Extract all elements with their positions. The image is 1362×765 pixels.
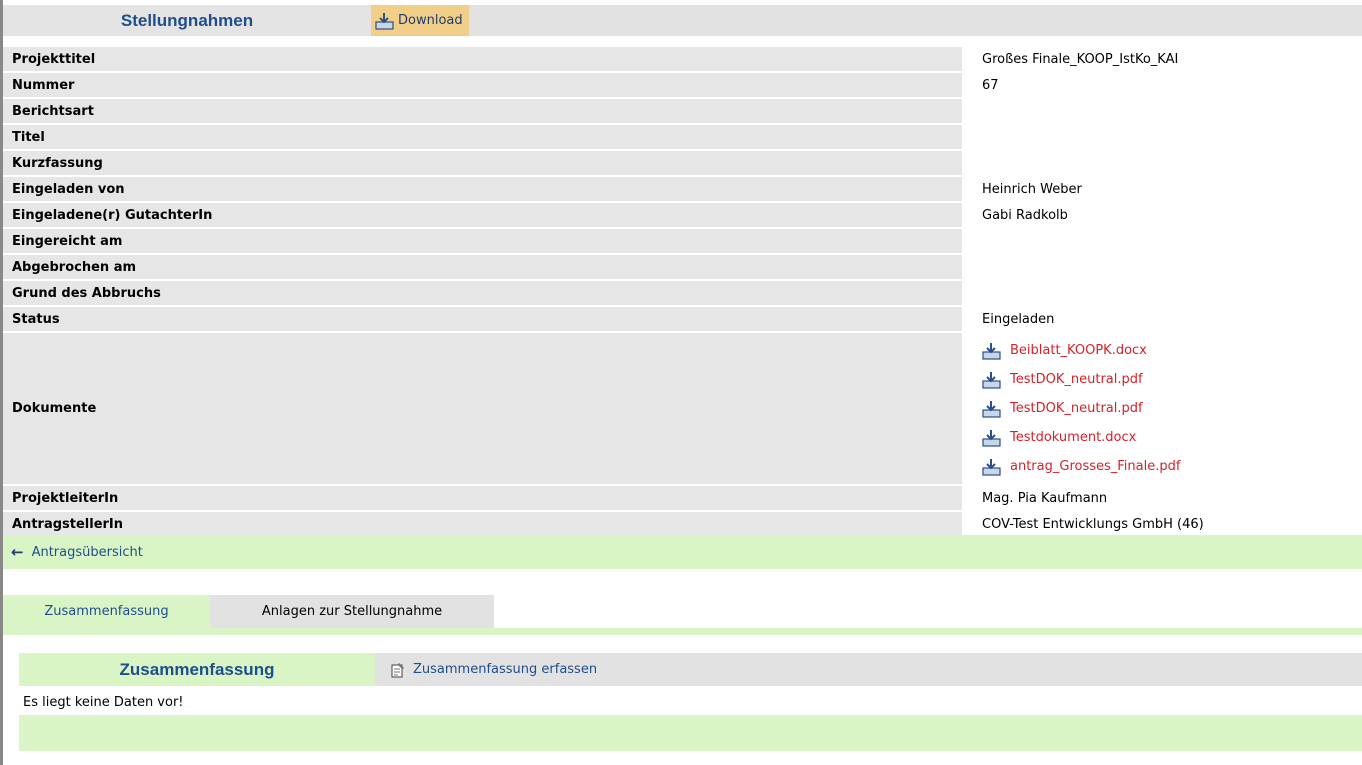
detail-label: Projekttitel <box>3 47 962 71</box>
download-label: Download <box>398 13 463 28</box>
detail-value <box>962 151 1362 175</box>
detail-label: Titel <box>3 125 962 149</box>
detail-value: Heinrich Weber <box>982 181 1082 197</box>
document-link[interactable]: Beiblatt_KOOPK.docx <box>1010 343 1147 358</box>
detail-row: Status Eingeladen <box>3 307 1362 333</box>
section-header: Stellungnahmen Download <box>3 5 1362 36</box>
detail-row: Berichtsart <box>3 99 1362 125</box>
download-icon <box>982 342 1001 360</box>
detail-value <box>962 125 1362 149</box>
tab-underline <box>3 628 1362 635</box>
download-icon <box>982 458 1001 476</box>
tab-anlagen[interactable]: Anlagen zur Stellungnahme <box>210 595 494 628</box>
summary-header: Zusammenfassung Zusammenfassung erfassen <box>19 653 1362 686</box>
documents-row: Dokumente Beiblatt_KOOPK.docx TestDOK_ne… <box>3 333 1362 486</box>
detail-value: Eingeladen <box>982 311 1055 327</box>
detail-label: Berichtsart <box>3 99 962 123</box>
detail-label: AntragstellerIn <box>3 512 962 536</box>
detail-value: Großes Finale_KOOP_IstKo_KAI <box>982 51 1179 67</box>
detail-row: Nummer 67 <box>3 73 1362 99</box>
document-item: TestDOK_neutral.pdf <box>982 394 1180 423</box>
footer-bar <box>19 715 1362 751</box>
download-button[interactable]: Download <box>371 5 469 36</box>
download-icon <box>982 400 1001 418</box>
detail-label: ProjektleiterIn <box>3 486 962 510</box>
detail-row: Kurzfassung <box>3 151 1362 177</box>
detail-label: Nummer <box>3 73 962 97</box>
back-bar: ← Antragsübersicht <box>3 535 1362 569</box>
tab-bar: Zusammenfassung Anlagen zur Stellungnahm… <box>3 595 494 628</box>
back-link[interactable]: ← Antragsübersicht <box>11 543 143 561</box>
document-link[interactable]: TestDOK_neutral.pdf <box>1010 401 1143 416</box>
document-link[interactable]: Testdokument.docx <box>1010 430 1136 445</box>
download-icon <box>982 429 1001 447</box>
detail-row: Eingeladen von Heinrich Weber <box>3 177 1362 203</box>
capture-summary-link[interactable]: Zusammenfassung erfassen <box>390 662 597 678</box>
edit-note-icon <box>391 662 404 677</box>
detail-row: ProjektleiterIn Mag. Pia Kaufmann <box>3 486 1362 512</box>
detail-label: Kurzfassung <box>3 151 962 175</box>
document-item: TestDOK_neutral.pdf <box>982 365 1180 394</box>
detail-label: Eingereicht am <box>3 229 962 253</box>
summary-title: Zusammenfassung <box>19 653 375 686</box>
detail-value <box>962 99 1362 123</box>
detail-value: Mag. Pia Kaufmann <box>982 490 1108 506</box>
document-item: Beiblatt_KOOPK.docx <box>982 336 1180 365</box>
detail-row: Eingeladene(r) GutachterIn Gabi Radkolb <box>3 203 1362 229</box>
document-item: antrag_Grosses_Finale.pdf <box>982 452 1180 481</box>
detail-row: Titel <box>3 125 1362 151</box>
capture-summary-label: Zusammenfassung erfassen <box>413 662 598 677</box>
detail-label: Dokumente <box>3 333 962 484</box>
details-table: Projekttitel Großes Finale_KOOP_IstKo_KA… <box>3 47 1362 538</box>
detail-value <box>962 281 1362 305</box>
detail-label: Abgebrochen am <box>3 255 962 279</box>
document-item: Testdokument.docx <box>982 423 1180 452</box>
arrow-left-icon: ← <box>11 543 24 561</box>
detail-label: Status <box>3 307 962 331</box>
detail-row: Eingereicht am <box>3 229 1362 255</box>
detail-row: Abgebrochen am <box>3 255 1362 281</box>
detail-value: COV-Test Entwicklungs GmbH (46) <box>982 516 1204 532</box>
download-icon <box>982 371 1001 389</box>
documents-value: Beiblatt_KOOPK.docx TestDOK_neutral.pdf … <box>962 333 1362 484</box>
back-link-label: Antragsübersicht <box>31 544 143 560</box>
tab-zusammenfassung[interactable]: Zusammenfassung <box>3 595 210 628</box>
detail-row: Grund des Abbruchs <box>3 281 1362 307</box>
empty-message: Es liegt keine Daten vor! <box>23 695 184 710</box>
document-link[interactable]: TestDOK_neutral.pdf <box>1010 372 1143 387</box>
detail-label: Eingeladene(r) GutachterIn <box>3 203 962 227</box>
detail-row: Projekttitel Großes Finale_KOOP_IstKo_KA… <box>3 47 1362 73</box>
detail-value: Gabi Radkolb <box>982 207 1068 223</box>
section-title: Stellungnahmen <box>3 5 371 36</box>
download-icon <box>375 12 394 30</box>
detail-label: Grund des Abbruchs <box>3 281 962 305</box>
detail-value <box>962 255 1362 279</box>
document-list: Beiblatt_KOOPK.docx TestDOK_neutral.pdf … <box>982 334 1180 483</box>
document-link[interactable]: antrag_Grosses_Finale.pdf <box>1010 459 1180 474</box>
detail-label: Eingeladen von <box>3 177 962 201</box>
detail-value <box>962 229 1362 253</box>
detail-value: 67 <box>982 77 999 93</box>
